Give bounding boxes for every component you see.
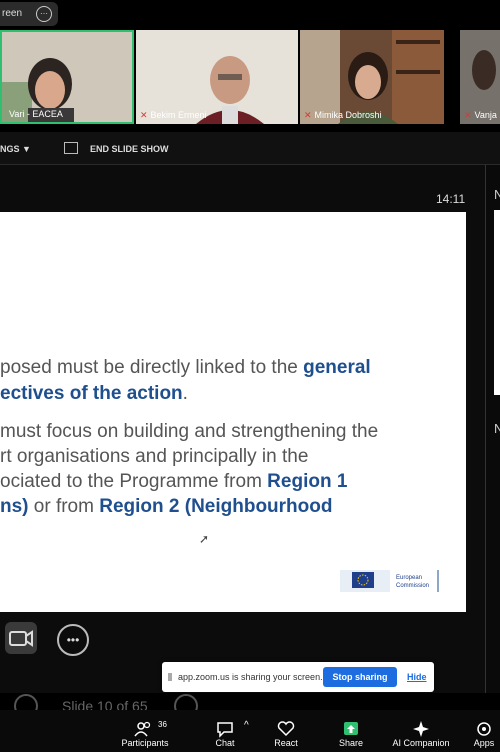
european-commission-logo: European Commission — [340, 566, 440, 594]
slide-highlight: ns) — [0, 496, 29, 517]
more-options-button[interactable]: ••• — [57, 624, 89, 656]
more-options-icon[interactable]: ⋯ — [36, 6, 52, 22]
panel-label: N — [494, 421, 500, 436]
slide-highlight: Region 2 (Neighbourhood — [99, 496, 333, 517]
logo-text: Commission — [396, 583, 430, 589]
end-slideshow-button[interactable]: END SLIDE SHOW — [90, 144, 169, 154]
mic-muted-icon: ✕ — [304, 110, 312, 120]
participants-button[interactable]: 36 Participants — [118, 720, 172, 748]
stop-sharing-button[interactable]: Stop sharing — [323, 667, 397, 687]
slide-text: or from — [28, 496, 100, 517]
panel-label: N — [494, 187, 500, 202]
ai-companion-label: AI Companion — [392, 738, 450, 748]
meeting-controls-bar: 36 Participants Chat ^ React Share AI Co… — [0, 710, 500, 752]
slide-text: . — [182, 383, 188, 404]
clock: 14:11 — [436, 192, 466, 206]
slide-text: posed must be directly linked to the — [0, 357, 304, 378]
settings-dropdown[interactable]: NGS ▼ — [0, 144, 31, 154]
video-tile-bekim[interactable]: ✕ Bekim Ermeni — [136, 30, 298, 124]
share-screen-icon — [331, 720, 371, 738]
end-slideshow-icon — [64, 142, 78, 154]
share-pill-label: reen — [2, 8, 23, 19]
slide-text: must focus on building and strengthening… — [0, 421, 379, 442]
participant-name: Mimika Dobroshi — [314, 110, 382, 120]
chevron-up-icon[interactable]: ^ — [244, 720, 249, 731]
slide-highlight: Region 1 — [267, 471, 348, 492]
react-label: React — [274, 738, 298, 748]
react-button[interactable]: React — [266, 720, 306, 748]
chat-icon — [205, 720, 245, 738]
participants-label: Participants — [121, 738, 169, 748]
slide-text: rt organisations and principally in the — [0, 446, 309, 467]
participants-count: 36 — [158, 720, 167, 729]
participant-name: Vari - EACEA — [9, 109, 63, 119]
share-label: Share — [338, 738, 364, 748]
mic-muted-icon: ✕ — [140, 110, 148, 120]
slideshow-toolbar: NGS ▼ END SLIDE SHOW — [0, 132, 500, 165]
sparkle-icon — [388, 720, 454, 738]
logo-text: European — [396, 575, 423, 581]
mouse-cursor-icon: ➚ — [199, 532, 210, 546]
hide-link[interactable]: Hide — [407, 672, 427, 682]
screen-share-pill[interactable]: reen ⋯ — [0, 2, 58, 26]
heart-icon — [266, 720, 306, 738]
drag-handle-icon[interactable] — [168, 673, 172, 681]
video-tile-vanja[interactable]: ✕ Vanja — [460, 30, 500, 124]
sharing-status-text: app.zoom.us is sharing your screen. — [178, 672, 323, 682]
mic-muted-icon: ✕ — [464, 110, 472, 120]
chat-label: Chat — [215, 738, 235, 748]
slide-highlight: ectives of the action — [0, 383, 183, 404]
participant-name: Bekim Ermeni — [150, 110, 207, 120]
video-tile-mimika[interactable]: ✕ Mimika Dobroshi — [300, 30, 444, 124]
next-slide-preview — [494, 210, 500, 395]
share-button[interactable]: Share — [331, 720, 371, 748]
participant-name: Vanja — [474, 110, 497, 120]
current-slide: posed must be directly linked to the gen… — [0, 212, 466, 612]
video-camera-icon — [9, 630, 33, 647]
apps-label: Apps — [473, 738, 495, 748]
camera-button[interactable] — [5, 622, 37, 654]
screen-sharing-bar: app.zoom.us is sharing your screen. Stop… — [162, 662, 434, 692]
ai-companion-button[interactable]: AI Companion — [388, 720, 454, 748]
video-tile-vari[interactable]: Vari - EACEA — [0, 30, 134, 124]
slide-highlight: general — [303, 357, 371, 378]
slide-text: ociated to the Programme from — [0, 471, 268, 492]
apps-button[interactable]: Apps — [468, 720, 500, 748]
chat-button[interactable]: Chat — [205, 720, 245, 748]
apps-icon — [468, 720, 500, 738]
